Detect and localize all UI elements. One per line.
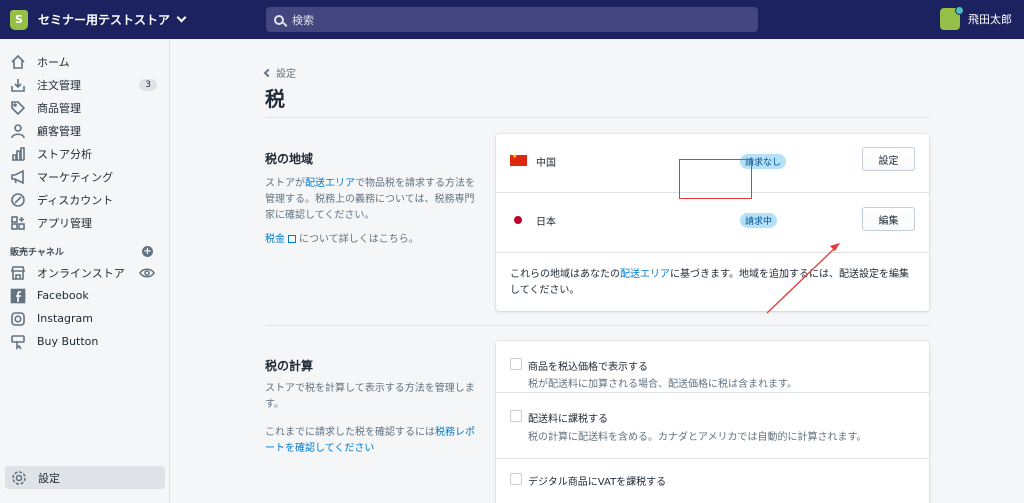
store-name: セミナー用テストストア <box>38 13 171 27</box>
note-text: これらの地域はあなたの <box>510 269 620 280</box>
sidebar-item-label: マーケティング <box>37 170 114 184</box>
tax-calc-heading: 税の計算 <box>265 359 314 373</box>
person-icon <box>10 123 26 139</box>
digital-vat-checkbox[interactable] <box>510 473 522 485</box>
sidebar-item-marketing[interactable]: マーケティング <box>0 165 169 188</box>
tax-shipping-checkbox[interactable] <box>510 410 522 422</box>
add-channel-icon[interactable]: + <box>142 245 153 257</box>
divider <box>265 117 929 118</box>
country-name: 中国 <box>536 158 556 169</box>
tax-calc-description: ストアで税を計算して表示する方法を管理します。 <box>265 383 475 410</box>
store-switcher[interactable]: セミナー用テストストア <box>0 9 260 30</box>
main-content: 設定 税 税の地域 ストアが配送エリアで物品税を請求する方法を管理する。税務上の… <box>171 39 1024 503</box>
japan-flag-icon <box>514 216 522 224</box>
gear-icon <box>11 470 27 486</box>
sidebar-item-label: ディスカウント <box>37 193 114 207</box>
region-row-japan: 日本 請求中 編集 <box>496 193 929 253</box>
tax-regions-description: ストアが配送エリアで物品税を請求する方法を管理する。税務上の義務については、税務… <box>265 176 475 224</box>
analytics-icon <box>10 146 26 162</box>
sidebar-item-apps[interactable]: アプリ管理 <box>0 211 169 234</box>
option-row: 商品を税込価格で表示する 税が配送料に加算される場合、配送価格に税は含まれます。 <box>496 341 929 393</box>
edit-button[interactable]: 編集 <box>862 207 915 231</box>
learn-suffix: について詳しくはこちら。 <box>299 234 419 245</box>
desc-text: ストアが <box>265 178 305 189</box>
shipping-zones-link[interactable]: 配送エリア <box>620 269 670 280</box>
sidebar-item-label: Buy Button <box>37 335 99 348</box>
status-badge: 請求中 <box>740 213 778 228</box>
option-label[interactable]: 配送料に課税する <box>528 410 608 425</box>
sidebar-item-label: 設定 <box>38 471 60 485</box>
user-name: 飛田太郎 <box>968 13 1012 26</box>
sidebar-item-label: ストア分析 <box>37 147 92 161</box>
option-help: 税の計算に配送料を含める。カナダとアメリカでは自動的に計算されます。 <box>528 432 867 443</box>
option-label[interactable]: デジタル商品にVATを課税する <box>528 473 666 488</box>
learn-more-text: 税金 について詳しくはこちら。 <box>265 232 475 248</box>
sidebar-item-online-store[interactable]: オンラインストア <box>0 261 169 284</box>
sales-channels-title: 販売チャネル <box>10 247 64 258</box>
sidebar-item-analytics[interactable]: ストア分析 <box>0 142 169 165</box>
eye-icon[interactable] <box>139 265 155 281</box>
setup-button[interactable]: 設定 <box>862 147 915 171</box>
instagram-icon <box>10 311 26 327</box>
chevron-left-icon <box>263 68 273 77</box>
divider <box>265 325 929 326</box>
facebook-icon <box>10 288 26 304</box>
orders-count-badge: 3 <box>139 78 157 91</box>
tax-regions-heading: 税の地域 <box>265 152 314 166</box>
sidebar-item-orders[interactable]: 注文管理 3 <box>0 73 169 96</box>
sidebar-item-products[interactable]: 商品管理 <box>0 96 169 119</box>
option-row: デジタル商品にVATを課税する <box>496 459 929 499</box>
breadcrumb-label: 設定 <box>276 69 296 80</box>
sidebar-item-buy-button[interactable]: Buy Button <box>0 330 169 353</box>
home-icon <box>10 54 26 70</box>
apps-icon <box>10 215 26 231</box>
sidebar-item-label: オンラインストア <box>37 266 125 280</box>
tag-icon <box>10 100 26 116</box>
store-icon <box>10 265 26 281</box>
option-help: 税が配送料に加算される場合、配送価格に税は含まれます。 <box>528 379 797 390</box>
desc-text: これまでに請求した税を確認するには <box>265 427 435 438</box>
orders-icon <box>10 77 26 93</box>
option-row: 配送料に課税する 税の計算に配送料を含める。カナダとアメリカでは自動的に計算され… <box>496 393 929 459</box>
chevron-down-icon <box>176 12 187 23</box>
sidebar-item-label: 顧客管理 <box>37 124 81 138</box>
top-bar: セミナー用テストストア 検索 飛田太郎 <box>0 0 1024 39</box>
breadcrumb[interactable]: 設定 <box>263 65 296 80</box>
search-placeholder: 検索 <box>292 13 314 27</box>
sidebar-item-facebook[interactable]: Facebook <box>0 284 169 307</box>
sidebar-item-label: 注文管理 <box>37 78 81 92</box>
discount-icon <box>10 192 26 208</box>
sidebar: ホーム 注文管理 3 商品管理 顧客管理 ストア分析 マーケティング ディスカウ… <box>0 39 170 503</box>
external-link-icon <box>288 235 296 243</box>
regions-note: これらの地域はあなたの配送エリアに基づきます。地域を追加するには、配送設定を編集… <box>496 253 929 299</box>
shopify-logo-icon <box>10 9 28 30</box>
tax-learn-link[interactable]: 税金 <box>265 234 285 245</box>
sidebar-item-settings[interactable]: 設定 <box>5 466 165 489</box>
tax-inclusive-checkbox[interactable] <box>510 358 522 370</box>
buy-button-icon <box>10 334 26 350</box>
tax-calc-card: 商品を税込価格で表示する 税が配送料に加算される場合、配送価格に税は含まれます。… <box>496 341 929 503</box>
sidebar-item-label: Facebook <box>37 289 89 302</box>
sidebar-item-customers[interactable]: 顧客管理 <box>0 119 169 142</box>
avatar <box>940 6 964 30</box>
country-name: 日本 <box>536 217 556 228</box>
sales-channels-heading: 販売チャネル + <box>0 241 169 261</box>
sidebar-item-instagram[interactable]: Instagram <box>0 307 169 330</box>
megaphone-icon <box>10 169 26 185</box>
option-label[interactable]: 商品を税込価格で表示する <box>528 358 648 373</box>
sidebar-item-label: ホーム <box>37 55 70 69</box>
user-menu[interactable]: 飛田太郎 <box>940 6 1012 30</box>
tax-report-text: これまでに請求した税を確認するには税務レポートを確認してください <box>265 425 475 457</box>
search-input[interactable]: 検索 <box>266 7 758 32</box>
shipping-zones-link[interactable]: 配送エリア <box>305 178 355 189</box>
sidebar-item-discounts[interactable]: ディスカウント <box>0 188 169 211</box>
annotation-highlight-box <box>679 159 752 199</box>
search-icon <box>274 14 284 25</box>
sidebar-item-label: アプリ管理 <box>37 216 92 230</box>
sidebar-item-home[interactable]: ホーム <box>0 50 169 73</box>
china-flag-icon <box>510 153 527 166</box>
page-title: 税 <box>265 87 285 111</box>
sidebar-item-label: Instagram <box>37 312 93 325</box>
sidebar-item-label: 商品管理 <box>37 101 81 115</box>
